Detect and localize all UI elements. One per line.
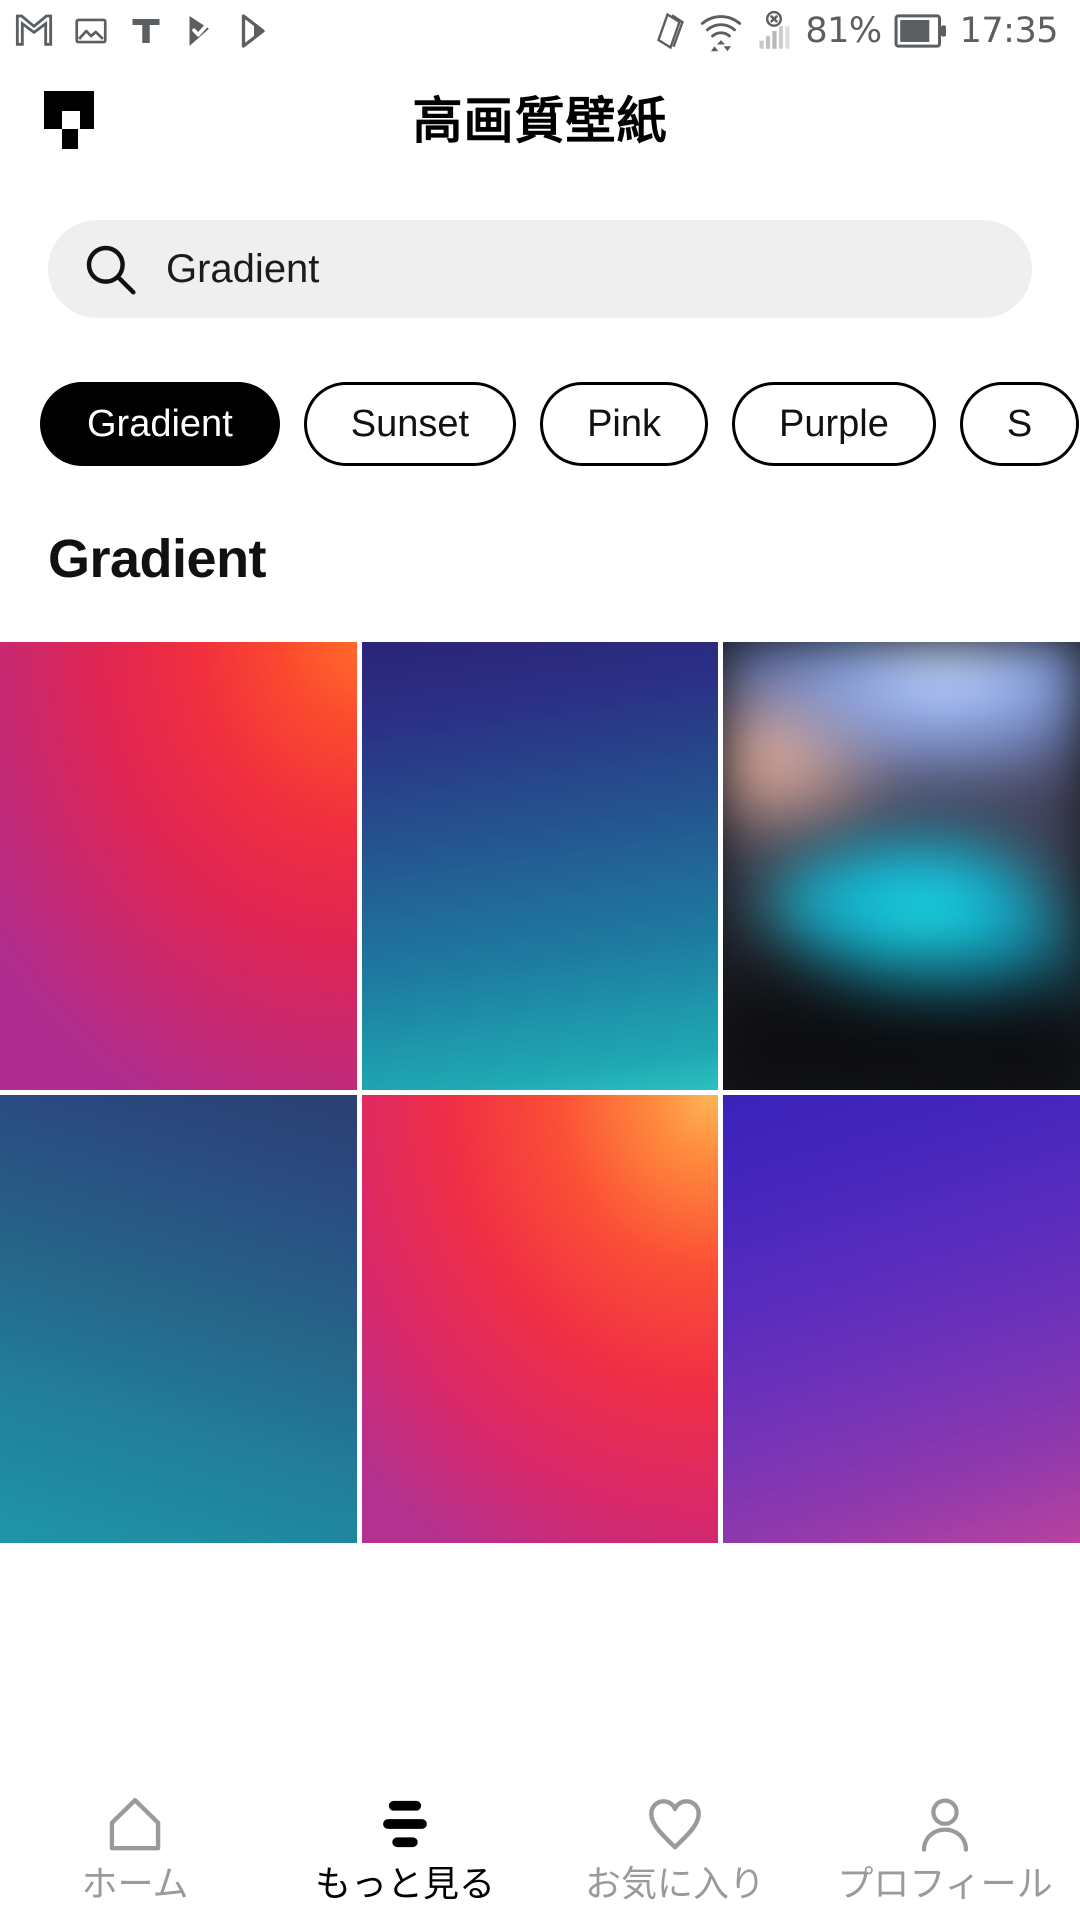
nav-label-favorites: お気に入り: [584, 1863, 765, 1905]
nav-label-profile: プロフィール: [837, 1863, 1053, 1905]
page-title: 高画質壁紙: [412, 92, 668, 150]
person-icon: [916, 1793, 974, 1855]
chip-purple[interactable]: Purple: [731, 382, 936, 466]
wallpaper-grid: [0, 642, 1080, 1543]
play-store-icon: [241, 14, 265, 48]
search-section: Gradient: [0, 172, 1080, 318]
search-icon: [86, 245, 136, 295]
gmail-icon: [15, 14, 53, 46]
status-bar: 81% 17:35: [0, 0, 1080, 62]
status-bar-right-icons: 81% 17:35: [651, 9, 1059, 53]
chip-pink[interactable]: Pink: [540, 382, 708, 466]
category-chips[interactable]: Gradient Sunset Pink Purple S: [0, 318, 1080, 466]
play-protect-icon: [189, 16, 210, 46]
app-header: 高画質壁紙: [0, 62, 1080, 172]
photos-icon: [75, 18, 107, 44]
battery-icon: [894, 14, 946, 48]
chip-sunset[interactable]: Sunset: [303, 382, 517, 466]
photo-layer-shadow: [723, 642, 1080, 1090]
nav-item-profile[interactable]: プロフィール: [810, 1793, 1080, 1903]
nav-item-more[interactable]: もっと見る: [270, 1793, 540, 1903]
nav-item-home[interactable]: ホーム: [0, 1793, 270, 1903]
nav-label-more: もっと見る: [314, 1863, 495, 1905]
heart-icon: [644, 1793, 706, 1855]
wallpaper-red-orange-gradient[interactable]: [0, 642, 357, 1090]
search-value: Gradient: [166, 246, 320, 291]
nav-label-home: ホーム: [81, 1863, 189, 1905]
home-icon: [105, 1793, 165, 1855]
wallpaper-navy-teal-gradient[interactable]: [361, 642, 719, 1090]
no-sim-signal-icon: [759, 10, 790, 49]
clock-label: 17:35: [959, 10, 1059, 51]
text-icon: [132, 19, 160, 43]
wallpaper-indigo-magenta-gradient[interactable]: [723, 1095, 1080, 1543]
chip-gradient[interactable]: Gradient: [40, 382, 280, 466]
wallpaper-red-orange-diagonal-gradient[interactable]: [361, 1095, 719, 1543]
screen-rotation-icon: [657, 12, 685, 50]
wallpaper-blue-teal-gradient[interactable]: [0, 1095, 357, 1543]
status-bar-left-icons: [14, 11, 272, 51]
bottom-navigation: ホーム もっと見る お気に入り プロフィール: [0, 1775, 1080, 1920]
chip-partial[interactable]: S: [959, 382, 1080, 466]
more-list-icon: [375, 1793, 435, 1855]
section-heading: Gradient: [48, 529, 267, 589]
wifi-data-icon: [701, 15, 742, 52]
battery-percent-label: 81%: [805, 10, 882, 51]
search-input[interactable]: Gradient: [48, 220, 1032, 318]
wallpaper-blurred-bokeh-photo[interactable]: [723, 642, 1080, 1090]
nav-item-favorites[interactable]: お気に入り: [540, 1793, 810, 1903]
